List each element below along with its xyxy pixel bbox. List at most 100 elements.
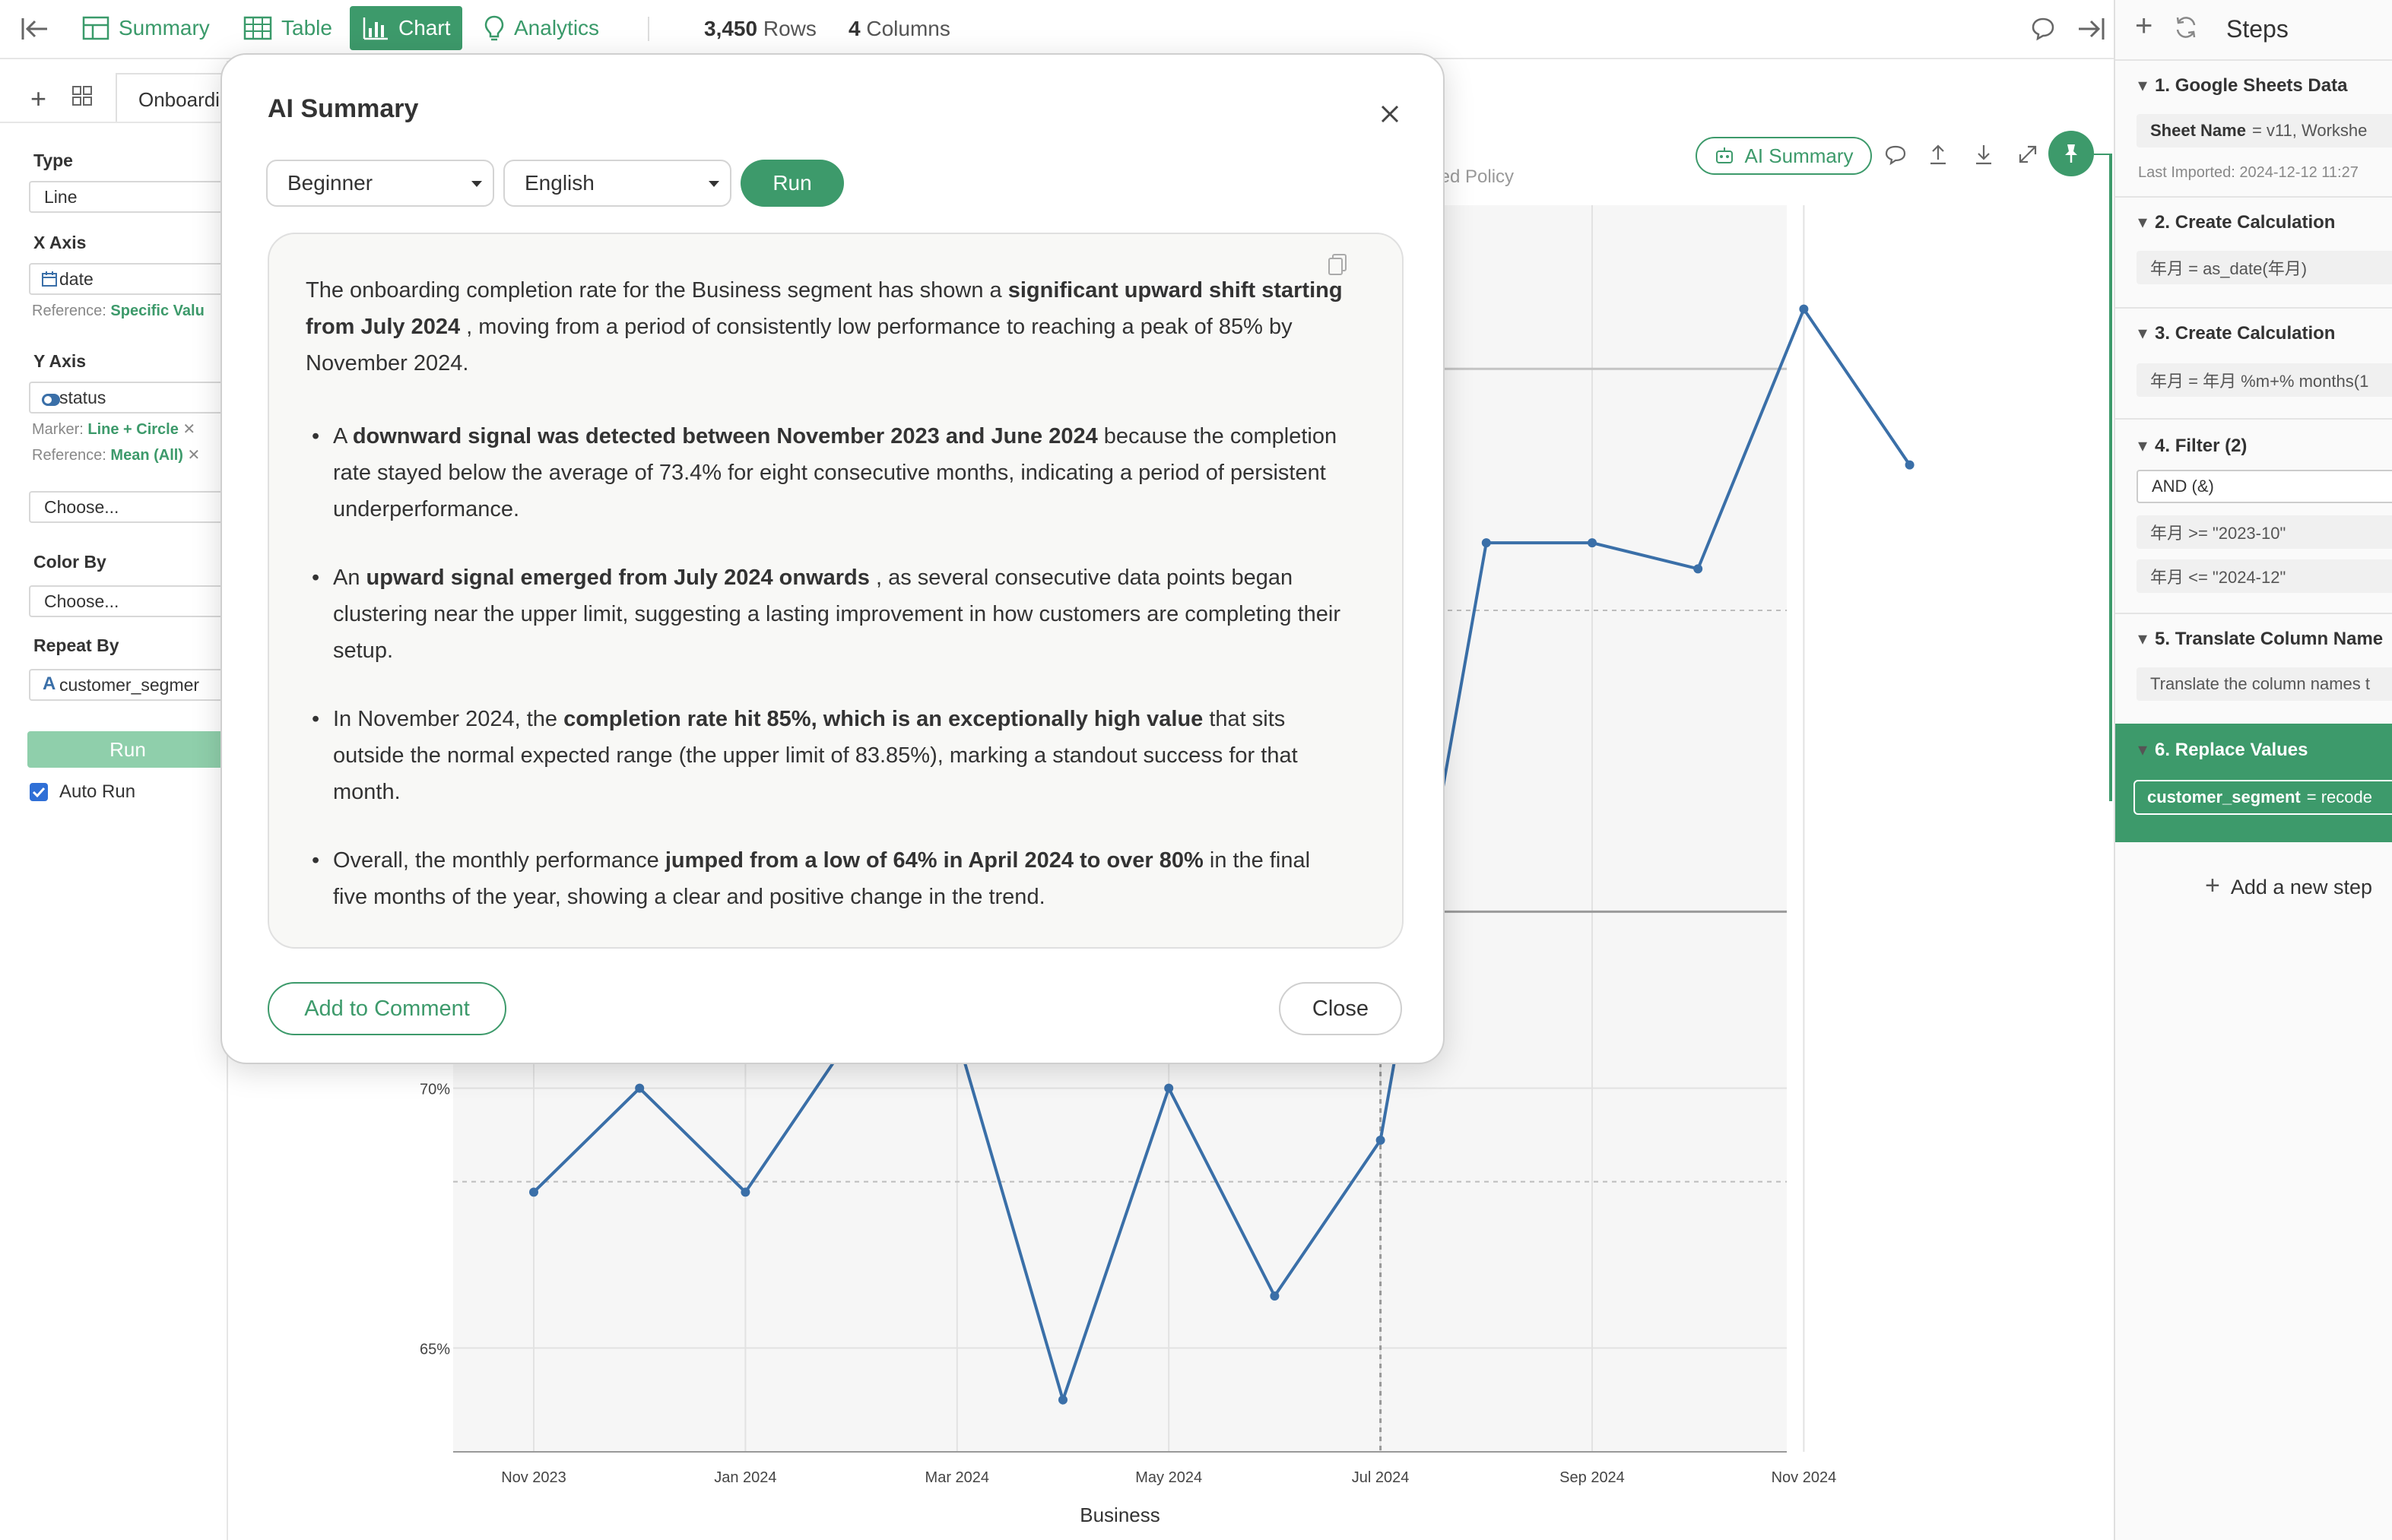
grid-view-icon[interactable] (71, 85, 93, 110)
color-by-label: Color By (33, 552, 106, 572)
step-4-condition-2[interactable]: 年月 <= "2024-12" (2137, 559, 2392, 593)
add-to-comment-button[interactable]: Add to Comment (268, 982, 506, 1035)
collapse-left-icon[interactable] (20, 15, 50, 46)
language-select[interactable]: English (503, 160, 731, 207)
steps-header-divider (2115, 59, 2392, 61)
summary-intro: The onboarding completion rate for the B… (306, 278, 1343, 375)
tab-chart[interactable]: Chart (350, 6, 463, 50)
download-icon[interactable] (1972, 143, 1995, 170)
toggle-icon (41, 391, 61, 411)
summary-bullet: An upward signal emerged from July 2024 … (306, 559, 1349, 669)
step-6-title: 6. Replace Values (2138, 739, 2308, 761)
expand-icon[interactable] (2016, 143, 2039, 170)
pin-connector-line (2094, 154, 2109, 155)
tab-analytics[interactable]: Analytics (484, 6, 599, 50)
tab-summary[interactable]: Summary (82, 6, 210, 50)
step-3-detail[interactable]: 年月 = 年月 %m+% months(1 (2137, 363, 2392, 397)
auto-run-checkbox[interactable]: Auto Run (29, 781, 135, 803)
chart-comment-icon[interactable] (1884, 144, 1907, 170)
x-tick-label: Jul 2024 (1352, 1469, 1410, 1486)
summary-icon (82, 16, 109, 40)
upload-icon[interactable] (1927, 143, 1949, 170)
data-point (1588, 538, 1597, 548)
step-4-and[interactable]: AND (&) (2137, 470, 2392, 503)
data-point (741, 1187, 750, 1197)
collapse-right-icon[interactable] (2076, 15, 2106, 46)
add-tab-icon[interactable]: + (30, 85, 46, 112)
marker-setting[interactable]: Marker: Line + Circle ✕ (32, 420, 195, 439)
x-tick-label: Sep 2024 (1559, 1469, 1625, 1486)
checkbox-checked-icon (30, 783, 48, 801)
add-step-plus-icon[interactable]: + (2135, 11, 2152, 41)
add-to-comment-label: Add to Comment (304, 996, 470, 1021)
repeat-by-select[interactable]: A customer_segmer (29, 669, 228, 701)
choose-placeholder: Choose... (44, 496, 119, 517)
x-axis-title: Business (1080, 1504, 1160, 1526)
chart-icon (363, 17, 388, 40)
level-select[interactable]: Beginner (266, 160, 494, 207)
step-5-title[interactable]: 5. Translate Column Name (2138, 628, 2383, 650)
remove-marker-icon[interactable]: ✕ (182, 421, 195, 438)
close-button[interactable]: Close (1279, 982, 1402, 1035)
chevron-down-icon (471, 181, 482, 187)
data-point (1905, 460, 1915, 470)
ai-summary-label: AI Summary (1744, 144, 1854, 167)
step-divider (2115, 613, 2392, 614)
top-toolbar: Summary Table Chart Analytics 3,450 Rows… (0, 0, 2114, 59)
step-1-detail[interactable]: Sheet Name = v11, Workshe (2137, 114, 2392, 147)
data-point (1481, 538, 1491, 548)
step-6-selected[interactable]: 6. Replace Values customer_segment= reco… (2115, 724, 2392, 842)
copy-icon[interactable] (1326, 252, 1349, 280)
text-type-icon: A (43, 673, 56, 694)
step-2-title[interactable]: 2. Create Calculation (2138, 211, 2335, 233)
repeat-by-value: customer_segmer (59, 674, 200, 695)
x-tick-label: Nov 2024 (1772, 1469, 1837, 1486)
data-point (529, 1187, 538, 1197)
x-axis-label: X Axis (33, 233, 87, 252)
plus-icon: + (2205, 871, 2220, 900)
lightbulb-icon (484, 15, 504, 41)
chart-tab-label: Onboardi (138, 88, 220, 111)
step-3-title[interactable]: 3. Create Calculation (2138, 322, 2335, 344)
x-axis-select[interactable]: date (29, 263, 228, 295)
step-4-condition-1[interactable]: 年月 >= "2023-10" (2137, 515, 2392, 549)
chart-tab[interactable]: Onboardi (116, 73, 237, 122)
color-by-select[interactable]: Choose... (29, 585, 228, 617)
steps-panel: + Steps 1. Google Sheets Data Sheet Name… (2114, 0, 2392, 1540)
y-axis-add-select[interactable]: Choose... (29, 491, 228, 523)
summary-content: The onboarding completion rate for the B… (268, 233, 1404, 949)
data-point (635, 1083, 645, 1093)
step-5-detail[interactable]: Translate the column names t (2137, 667, 2392, 701)
y-reference[interactable]: Reference: Mean (All) ✕ (32, 445, 200, 464)
refresh-icon[interactable] (2173, 15, 2199, 43)
pin-button[interactable] (2048, 131, 2094, 176)
add-new-step-button[interactable]: + Add a new step (2205, 871, 2372, 901)
chevron-down-icon (709, 181, 719, 187)
pin-connector-vertical (2109, 154, 2112, 801)
type-select[interactable]: Line (29, 181, 228, 213)
panel-tab-divider (0, 122, 228, 123)
calendar-icon (41, 271, 58, 292)
columns-count: 4 Columns (849, 17, 950, 40)
table-icon (243, 16, 272, 40)
repeat-by-label: Repeat By (33, 635, 119, 655)
run-chart-button[interactable]: Run (27, 731, 228, 768)
close-icon[interactable] (1375, 99, 1405, 129)
ai-summary-button[interactable]: AI Summary (1696, 137, 1872, 175)
step-4-title[interactable]: 4. Filter (2) (2138, 435, 2247, 457)
remove-reference-icon[interactable]: ✕ (188, 447, 201, 464)
y-axis-select[interactable]: status (29, 382, 228, 414)
summary-bullet: A downward signal was detected between N… (306, 418, 1349, 528)
step-divider (2115, 418, 2392, 420)
step-2-detail[interactable]: 年月 = as_date(年月) (2137, 251, 2392, 284)
tab-table[interactable]: Table (243, 6, 332, 50)
data-point (1164, 1083, 1174, 1093)
modal-title: AI Summary (268, 94, 419, 123)
run-summary-button[interactable]: Run (741, 160, 844, 207)
step-1-title[interactable]: 1. Google Sheets Data (2138, 74, 2347, 97)
step-6-detail[interactable]: customer_segment = recode (2133, 780, 2392, 815)
x-reference[interactable]: Reference: Specific Valu (32, 303, 205, 320)
tab-chart-label: Chart (398, 16, 451, 40)
comment-icon[interactable] (2030, 17, 2056, 45)
x-tick-label: May 2024 (1135, 1469, 1202, 1486)
